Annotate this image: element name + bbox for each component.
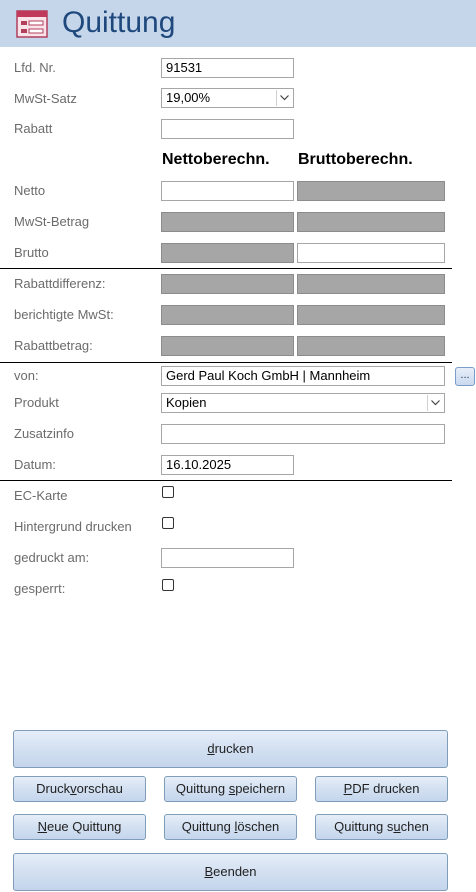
- rabattdifferenz-brutto-field: [297, 274, 445, 294]
- mwst-satz-label: MwSt-Satz: [14, 91, 77, 106]
- quittung-suchen-button[interactable]: Quittung suchen: [315, 814, 448, 840]
- ec-karte-checkbox[interactable]: [162, 486, 174, 498]
- berichtigte-mwst-netto-field: [161, 305, 294, 325]
- datum-field[interactable]: 16.10.2025: [161, 455, 294, 475]
- button-accesskey: P: [343, 781, 353, 796]
- rabatt-label: Rabatt: [14, 121, 53, 136]
- mwst-satz-select[interactable]: 19,00%: [161, 88, 294, 108]
- chevron-down-icon: [431, 400, 440, 406]
- button-label: rucken: [214, 741, 254, 756]
- chevron-down-icon: [280, 95, 289, 101]
- gesperrt-checkbox[interactable]: [162, 579, 174, 591]
- gedruckt-am-field[interactable]: [161, 548, 294, 568]
- produkt-label: Produkt: [14, 395, 59, 410]
- von-lookup-button[interactable]: ...: [455, 367, 475, 386]
- title-bar: Quittung: [0, 0, 476, 47]
- neue-quittung-button[interactable]: Neue Quittung: [13, 814, 146, 840]
- produkt-select[interactable]: Kopien: [161, 393, 445, 413]
- zusatzinfo-field[interactable]: [161, 424, 445, 444]
- quittung-loeschen-button[interactable]: Quittung löschen: [164, 814, 297, 840]
- button-label: eue Quittung: [46, 819, 122, 834]
- produkt-dropdown-button[interactable]: [427, 395, 443, 411]
- netto-netto-field[interactable]: [161, 181, 294, 201]
- rabatt-field[interactable]: [161, 119, 294, 139]
- button-accesskey: d: [207, 741, 215, 756]
- button-label: DF drucken: [352, 781, 420, 796]
- brutto-column-header: Bruttoberechn.: [298, 151, 413, 168]
- beenden-button[interactable]: Beenden: [13, 853, 448, 891]
- rabattdifferenz-label: Rabattdifferenz:: [14, 276, 106, 291]
- brutto-label: Brutto: [14, 245, 49, 260]
- netto-label: Netto: [14, 183, 46, 198]
- hintergrund-label: Hintergrund drucken: [14, 519, 132, 534]
- mwst-betrag-netto-field: [161, 212, 294, 232]
- button-label: Quittung: [175, 781, 229, 796]
- button-accesskey: u: [393, 819, 401, 834]
- button-label: orschau: [76, 781, 123, 796]
- datum-label: Datum:: [14, 457, 56, 472]
- page-title: Quittung: [62, 6, 176, 39]
- lfd-nr-label: Lfd. Nr.: [14, 60, 56, 75]
- gesperrt-label: gesperrt:: [14, 581, 66, 596]
- form-icon: [16, 10, 48, 38]
- divider: [0, 362, 452, 363]
- button-accesskey: N: [37, 819, 47, 834]
- rabattbetrag-brutto-field: [297, 336, 445, 356]
- von-field[interactable]: Gerd Paul Koch GmbH | Mannheim: [161, 366, 445, 386]
- button-label: Druck: [36, 781, 71, 796]
- netto-brutto-field: [297, 181, 445, 201]
- berichtigte-mwst-brutto-field: [297, 305, 445, 325]
- brutto-brutto-field[interactable]: [297, 243, 445, 263]
- rabattdifferenz-netto-field: [161, 274, 294, 294]
- button-label: Quittung: [181, 819, 235, 834]
- mwst-betrag-brutto-field: [297, 212, 445, 232]
- button-label: chen: [400, 819, 429, 834]
- drucken-button[interactable]: drucken: [13, 730, 448, 768]
- von-label: von:: [14, 368, 39, 383]
- mwst-satz-dropdown-button[interactable]: [276, 90, 292, 106]
- divider: [0, 268, 452, 269]
- zusatzinfo-label: Zusatzinfo: [14, 426, 74, 441]
- pdf-drucken-button[interactable]: PDF drucken: [315, 776, 448, 802]
- divider: [0, 480, 452, 481]
- rabattbetrag-label: Rabattbetrag:: [14, 338, 93, 353]
- netto-column-header: Nettoberechn.: [162, 151, 270, 168]
- lfd-nr-field[interactable]: 91531: [161, 58, 294, 78]
- gedruckt-am-label: gedruckt am:: [14, 550, 90, 565]
- druckvorschau-button[interactable]: Druckvorschau: [13, 776, 146, 802]
- mwst-betrag-label: MwSt-Betrag: [14, 214, 90, 229]
- ec-karte-label: EC-Karte: [14, 488, 68, 503]
- rabattbetrag-netto-field: [161, 336, 294, 356]
- brutto-netto-field: [161, 243, 294, 263]
- button-label: peichern: [235, 781, 286, 796]
- button-label: eenden: [213, 864, 257, 879]
- button-label: Quittung s: [334, 819, 394, 834]
- quittung-speichern-button[interactable]: Quittung speichern: [164, 776, 297, 802]
- mwst-satz-value: 19,00%: [166, 90, 211, 105]
- produkt-value: Kopien: [166, 395, 207, 410]
- berichtigte-mwst-label: berichtigte MwSt:: [14, 307, 114, 322]
- hintergrund-checkbox[interactable]: [162, 517, 174, 529]
- button-accesskey: B: [204, 864, 214, 879]
- button-label: öschen: [237, 819, 280, 834]
